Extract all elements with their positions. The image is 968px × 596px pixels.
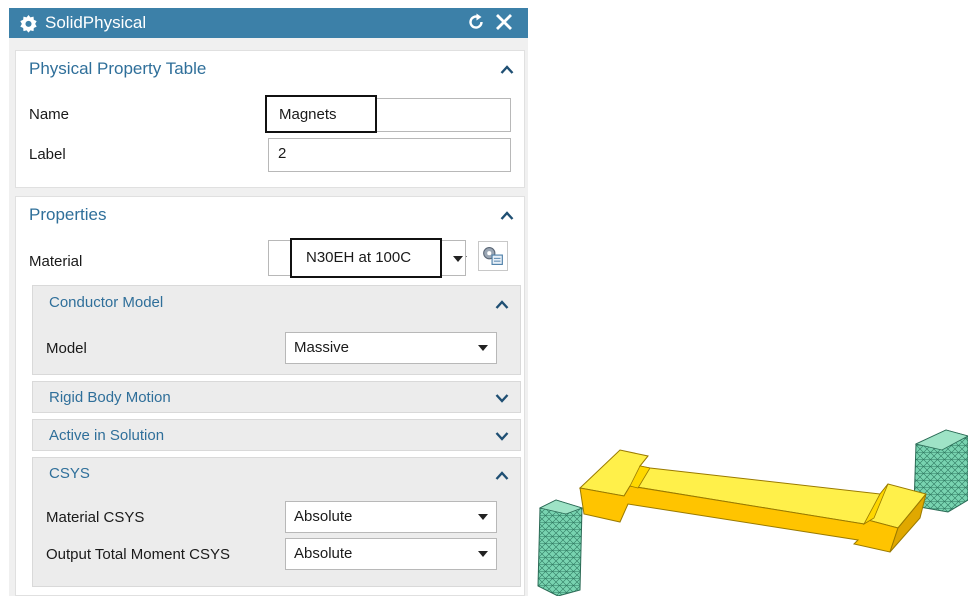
- dialog-title: SolidPhysical: [45, 13, 147, 32]
- material-library-button[interactable]: [478, 241, 508, 271]
- material-csys-select[interactable]: Absolute: [285, 501, 497, 533]
- expand-chevron-icon[interactable]: [495, 432, 509, 441]
- output-total-moment-csys-label: Output Total Moment CSYS: [46, 546, 230, 563]
- magnet-part[interactable]: [578, 449, 927, 553]
- output-total-moment-csys-value: Absolute: [294, 545, 353, 562]
- reset-icon[interactable]: [466, 12, 486, 32]
- csys-subgroup: CSYS Material CSYS Absolute Output Total…: [32, 457, 521, 587]
- material-dropdown-button[interactable]: [451, 240, 466, 276]
- physical-property-table-header[interactable]: Physical Property Table: [29, 59, 206, 79]
- material-csys-label: Material CSYS: [46, 509, 145, 526]
- material-value-highlight[interactable]: N30EH at 100C: [290, 238, 442, 278]
- collapse-chevron-icon[interactable]: [495, 471, 509, 480]
- left-mesh-part[interactable]: [537, 499, 584, 596]
- rigid-body-motion-subgroup[interactable]: Rigid Body Motion: [32, 381, 521, 413]
- material-value: N30EH at 100C: [306, 249, 412, 266]
- expand-chevron-icon[interactable]: [495, 394, 509, 403]
- physical-property-table-group: Physical Property Table Name Magnets Lab…: [15, 50, 525, 188]
- model-value: Massive: [294, 339, 350, 356]
- name-value: Magnets: [279, 106, 337, 123]
- collapse-chevron-icon[interactable]: [495, 300, 509, 309]
- close-icon[interactable]: [495, 13, 513, 31]
- name-label: Name: [29, 106, 70, 123]
- chevron-down-icon: [478, 345, 488, 351]
- conductor-model-subgroup: Conductor Model Model Massive: [32, 285, 521, 375]
- active-in-solution-header[interactable]: Active in Solution: [49, 427, 164, 444]
- label-label: Label: [29, 146, 66, 163]
- dialog-titlebar: SolidPhysical: [9, 8, 528, 38]
- rigid-body-motion-header[interactable]: Rigid Body Motion: [49, 389, 171, 406]
- name-field-highlight[interactable]: Magnets: [265, 95, 377, 133]
- gear-icon: [20, 14, 37, 33]
- model-select[interactable]: Massive: [285, 332, 497, 364]
- material-library-icon: [483, 247, 503, 265]
- chevron-down-icon: [453, 256, 463, 262]
- label-field[interactable]: 2: [268, 138, 511, 172]
- properties-header[interactable]: Properties: [29, 205, 106, 225]
- solidphysical-dialog: SolidPhysical Physical Property Table Na…: [9, 8, 528, 596]
- collapse-chevron-icon[interactable]: [500, 211, 514, 220]
- output-total-moment-csys-select[interactable]: Absolute: [285, 538, 497, 570]
- chevron-down-icon: [478, 551, 488, 557]
- chevron-down-icon: [478, 514, 488, 520]
- active-in-solution-subgroup[interactable]: Active in Solution: [32, 419, 521, 451]
- material-csys-value: Absolute: [294, 508, 353, 525]
- model-viewport[interactable]: [528, 400, 968, 596]
- model-label: Model: [46, 340, 87, 357]
- properties-group: Properties Material N30EH at 100C Conduc…: [15, 196, 525, 596]
- csys-header[interactable]: CSYS: [49, 465, 90, 482]
- material-label: Material: [29, 253, 83, 270]
- conductor-model-header[interactable]: Conductor Model: [49, 294, 163, 311]
- collapse-chevron-icon[interactable]: [500, 65, 514, 74]
